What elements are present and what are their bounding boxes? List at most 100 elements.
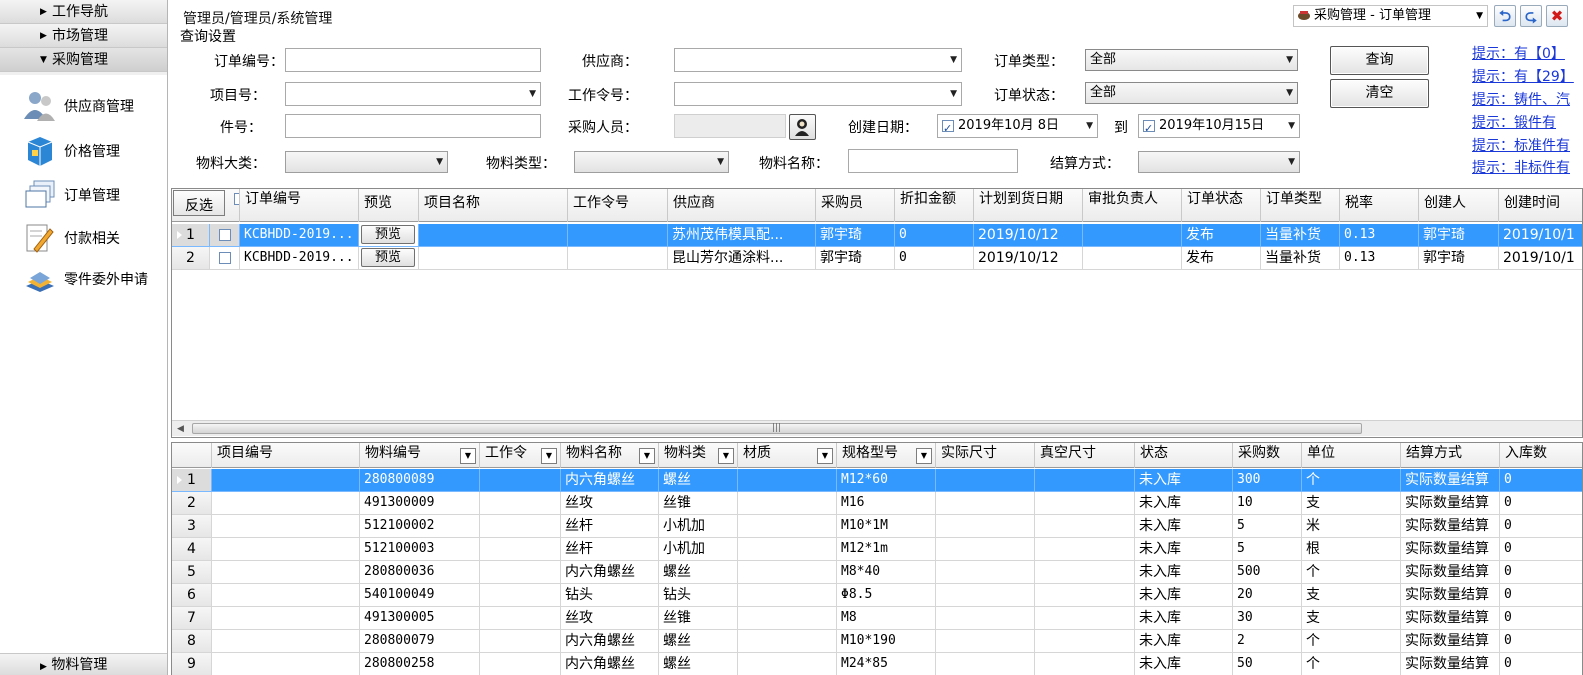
- col-tax[interactable]: 税率: [1340, 189, 1419, 222]
- col-creator[interactable]: 创建人: [1419, 189, 1499, 222]
- col-project-name[interactable]: 项目名称: [419, 189, 568, 222]
- date-to-picker[interactable]: 2019年10月15日 ▼: [1138, 114, 1300, 140]
- cell-approver: [1083, 247, 1182, 270]
- filter-dropdown-icon[interactable]: ▼: [541, 448, 557, 464]
- col-status[interactable]: 状态: [1135, 443, 1233, 468]
- cell-purchase-qty: 30: [1233, 607, 1302, 630]
- col-material-name[interactable]: 物料名称 ▼: [561, 443, 659, 468]
- detail-row[interactable]: 1 280800089 内六角螺丝 螺丝 M12*60 未入库 300 个实际数量结算 0: [172, 469, 1582, 492]
- tip-link[interactable]: 提示：铸件、汽: [1472, 89, 1570, 109]
- preview-button[interactable]: 预览: [361, 248, 415, 267]
- work-order-select[interactable]: ▼: [674, 82, 962, 106]
- col-work-order[interactable]: 工作令号: [568, 189, 668, 222]
- detail-row[interactable]: 6 540100049 钻头 钻头 Φ8.5 未入库 20 支实际数量结算 0: [172, 584, 1582, 607]
- col-discount[interactable]: 折扣金额: [895, 189, 974, 222]
- tip-link[interactable]: 提示：非标件有: [1472, 157, 1570, 177]
- nav-item-outsourcing[interactable]: 零件委外申请: [22, 261, 148, 297]
- detail-row[interactable]: 4 512100003 丝杆 小机加 M12*1m 未入库 5 根实际数量结算 0: [172, 538, 1582, 561]
- nav-section-market[interactable]: ▶ 市场管理: [0, 24, 167, 48]
- nav-item-suppliers[interactable]: 供应商管理: [22, 88, 134, 124]
- col-vacuum-size[interactable]: 真空尺寸: [1035, 443, 1135, 468]
- supplier-select[interactable]: ▼: [674, 48, 962, 72]
- tip-link[interactable]: 提示：有【29】: [1472, 66, 1574, 86]
- col-order-no[interactable]: 订单编号: [240, 189, 359, 222]
- col-actual-size[interactable]: 实际尺寸: [936, 443, 1035, 468]
- buyer-input[interactable]: [674, 114, 786, 138]
- nav-item-orders[interactable]: 订单管理: [22, 177, 120, 213]
- col-unit[interactable]: 单位: [1302, 443, 1401, 468]
- order-no-input[interactable]: [285, 48, 541, 72]
- nav-item-prices[interactable]: 价格管理: [22, 133, 120, 169]
- material-type-select[interactable]: ▼: [574, 151, 729, 173]
- col-supplier[interactable]: 供应商: [668, 189, 816, 222]
- date-from-picker[interactable]: 2019年10月 8日 ▼: [937, 114, 1098, 140]
- row-checkbox[interactable]: [210, 247, 240, 270]
- col-plan-date[interactable]: 计划到货日期: [974, 189, 1083, 222]
- col-work-order[interactable]: 工作令 ▼: [480, 443, 561, 468]
- order-type-select[interactable]: 全部 ▼: [1085, 49, 1298, 71]
- col-created[interactable]: 创建时间: [1499, 189, 1582, 222]
- scroll-left-icon[interactable]: ◀: [177, 421, 184, 437]
- part-no-input[interactable]: [285, 114, 541, 138]
- tip-link[interactable]: 提示：有【0】: [1472, 43, 1565, 63]
- detail-row[interactable]: 2 491300009 丝攻 丝锥 M16 未入库 10 支实际数量结算 0: [172, 492, 1582, 515]
- settle-select[interactable]: ▼: [1138, 151, 1300, 173]
- select-buyer-button[interactable]: [789, 114, 816, 140]
- nav-section-purchase[interactable]: ▼ 采购管理: [0, 48, 167, 72]
- nav-section-work[interactable]: ▶ 工作导航: [0, 0, 167, 24]
- material-name-input[interactable]: [848, 149, 1018, 173]
- nav-section-materials[interactable]: ▶ 物料管理: [0, 653, 167, 675]
- col-material-no[interactable]: 物料编号 ▼: [360, 443, 480, 468]
- order-row[interactable]: 1 KCBHDD-2019... 预览 苏州茂伟模具配... 郭宇琦 0 201…: [172, 224, 1582, 247]
- filter-dropdown-icon[interactable]: ▼: [817, 448, 833, 464]
- filter-dropdown-icon[interactable]: ▼: [460, 448, 476, 464]
- col-texture-label: 材质: [743, 445, 771, 461]
- order-row[interactable]: 2 KCBHDD-2019... 预览 昆山芳尔通涂料... 郭宇琦 0 201…: [172, 247, 1582, 270]
- col-purchase-qty[interactable]: 采购数: [1233, 443, 1302, 468]
- col-material-category[interactable]: 物料类 ▼: [659, 443, 738, 468]
- module-select-value: 采购管理 - 订单管理: [1314, 8, 1431, 23]
- query-button[interactable]: 查询: [1330, 46, 1429, 75]
- col-buyer[interactable]: 采购员: [816, 189, 895, 222]
- select-all-checkbox[interactable]: [226, 189, 240, 222]
- orders-horizontal-scrollbar[interactable]: ◀ |||: [172, 420, 1582, 437]
- date-to-checkbox[interactable]: [1143, 118, 1155, 140]
- material-major-select[interactable]: ▼: [285, 151, 448, 173]
- detail-row[interactable]: 8 280800079 内六角螺丝 螺丝 M10*190 未入库 2 个实际数量结算 0: [172, 630, 1582, 653]
- col-texture[interactable]: 材质 ▼: [738, 443, 837, 468]
- col-stocked-qty[interactable]: 入库数: [1500, 443, 1582, 468]
- invert-selection-button[interactable]: 反选: [173, 190, 225, 216]
- detail-row[interactable]: 7 491300005 丝攻 丝锥 M8 未入库 30 支实际数量结算 0: [172, 607, 1582, 630]
- cell-material-name: 内六角螺丝: [561, 653, 659, 675]
- date-from-checkbox[interactable]: [942, 118, 954, 140]
- nav-item-payments[interactable]: 付款相关: [22, 220, 120, 256]
- cell-purchase-qty: 300: [1233, 469, 1302, 492]
- detail-row[interactable]: 3 512100002 丝杆 小机加 M10*1M 未入库 5 米实际数量结算 0: [172, 515, 1582, 538]
- forward-arrow-icon[interactable]: ⮎: [1520, 5, 1542, 27]
- col-preview[interactable]: 预览: [359, 189, 419, 222]
- project-no-select[interactable]: ▼: [285, 82, 541, 106]
- row-checkbox[interactable]: [210, 224, 240, 247]
- col-status[interactable]: 订单状态: [1182, 189, 1261, 222]
- tip-link[interactable]: 提示：锻件有: [1472, 112, 1556, 132]
- close-icon[interactable]: ✖: [1546, 5, 1568, 27]
- cell-type: 当量补货: [1261, 247, 1340, 270]
- date-from-value: 2019年10月 8日: [958, 118, 1060, 133]
- detail-row[interactable]: 5 280800036 内六角螺丝 螺丝 M8*40 未入库 500 个实际数量结算 0: [172, 561, 1582, 584]
- module-select[interactable]: 采购管理 - 订单管理 ▼: [1293, 5, 1488, 27]
- back-arrow-icon[interactable]: ⮌: [1494, 5, 1516, 27]
- detail-row[interactable]: 9 280800258 内六角螺丝 螺丝 M24*85 未入库 50 个实际数量结算 0: [172, 653, 1582, 675]
- col-approver[interactable]: 审批负责人: [1083, 189, 1182, 222]
- filter-dropdown-icon[interactable]: ▼: [916, 448, 932, 464]
- order-status-select[interactable]: 全部 ▼: [1085, 82, 1298, 104]
- col-project-no[interactable]: 项目编号: [212, 443, 360, 468]
- col-type[interactable]: 订单类型: [1261, 189, 1340, 222]
- tip-link[interactable]: 提示：标准件有: [1472, 135, 1570, 155]
- clear-button[interactable]: 清空: [1330, 79, 1429, 108]
- filter-dropdown-icon[interactable]: ▼: [718, 448, 734, 464]
- cell-material-name: 丝杆: [561, 538, 659, 561]
- filter-dropdown-icon[interactable]: ▼: [639, 448, 655, 464]
- col-spec[interactable]: 规格型号 ▼: [837, 443, 936, 468]
- col-settle[interactable]: 结算方式: [1401, 443, 1500, 468]
- preview-button[interactable]: 预览: [361, 225, 415, 244]
